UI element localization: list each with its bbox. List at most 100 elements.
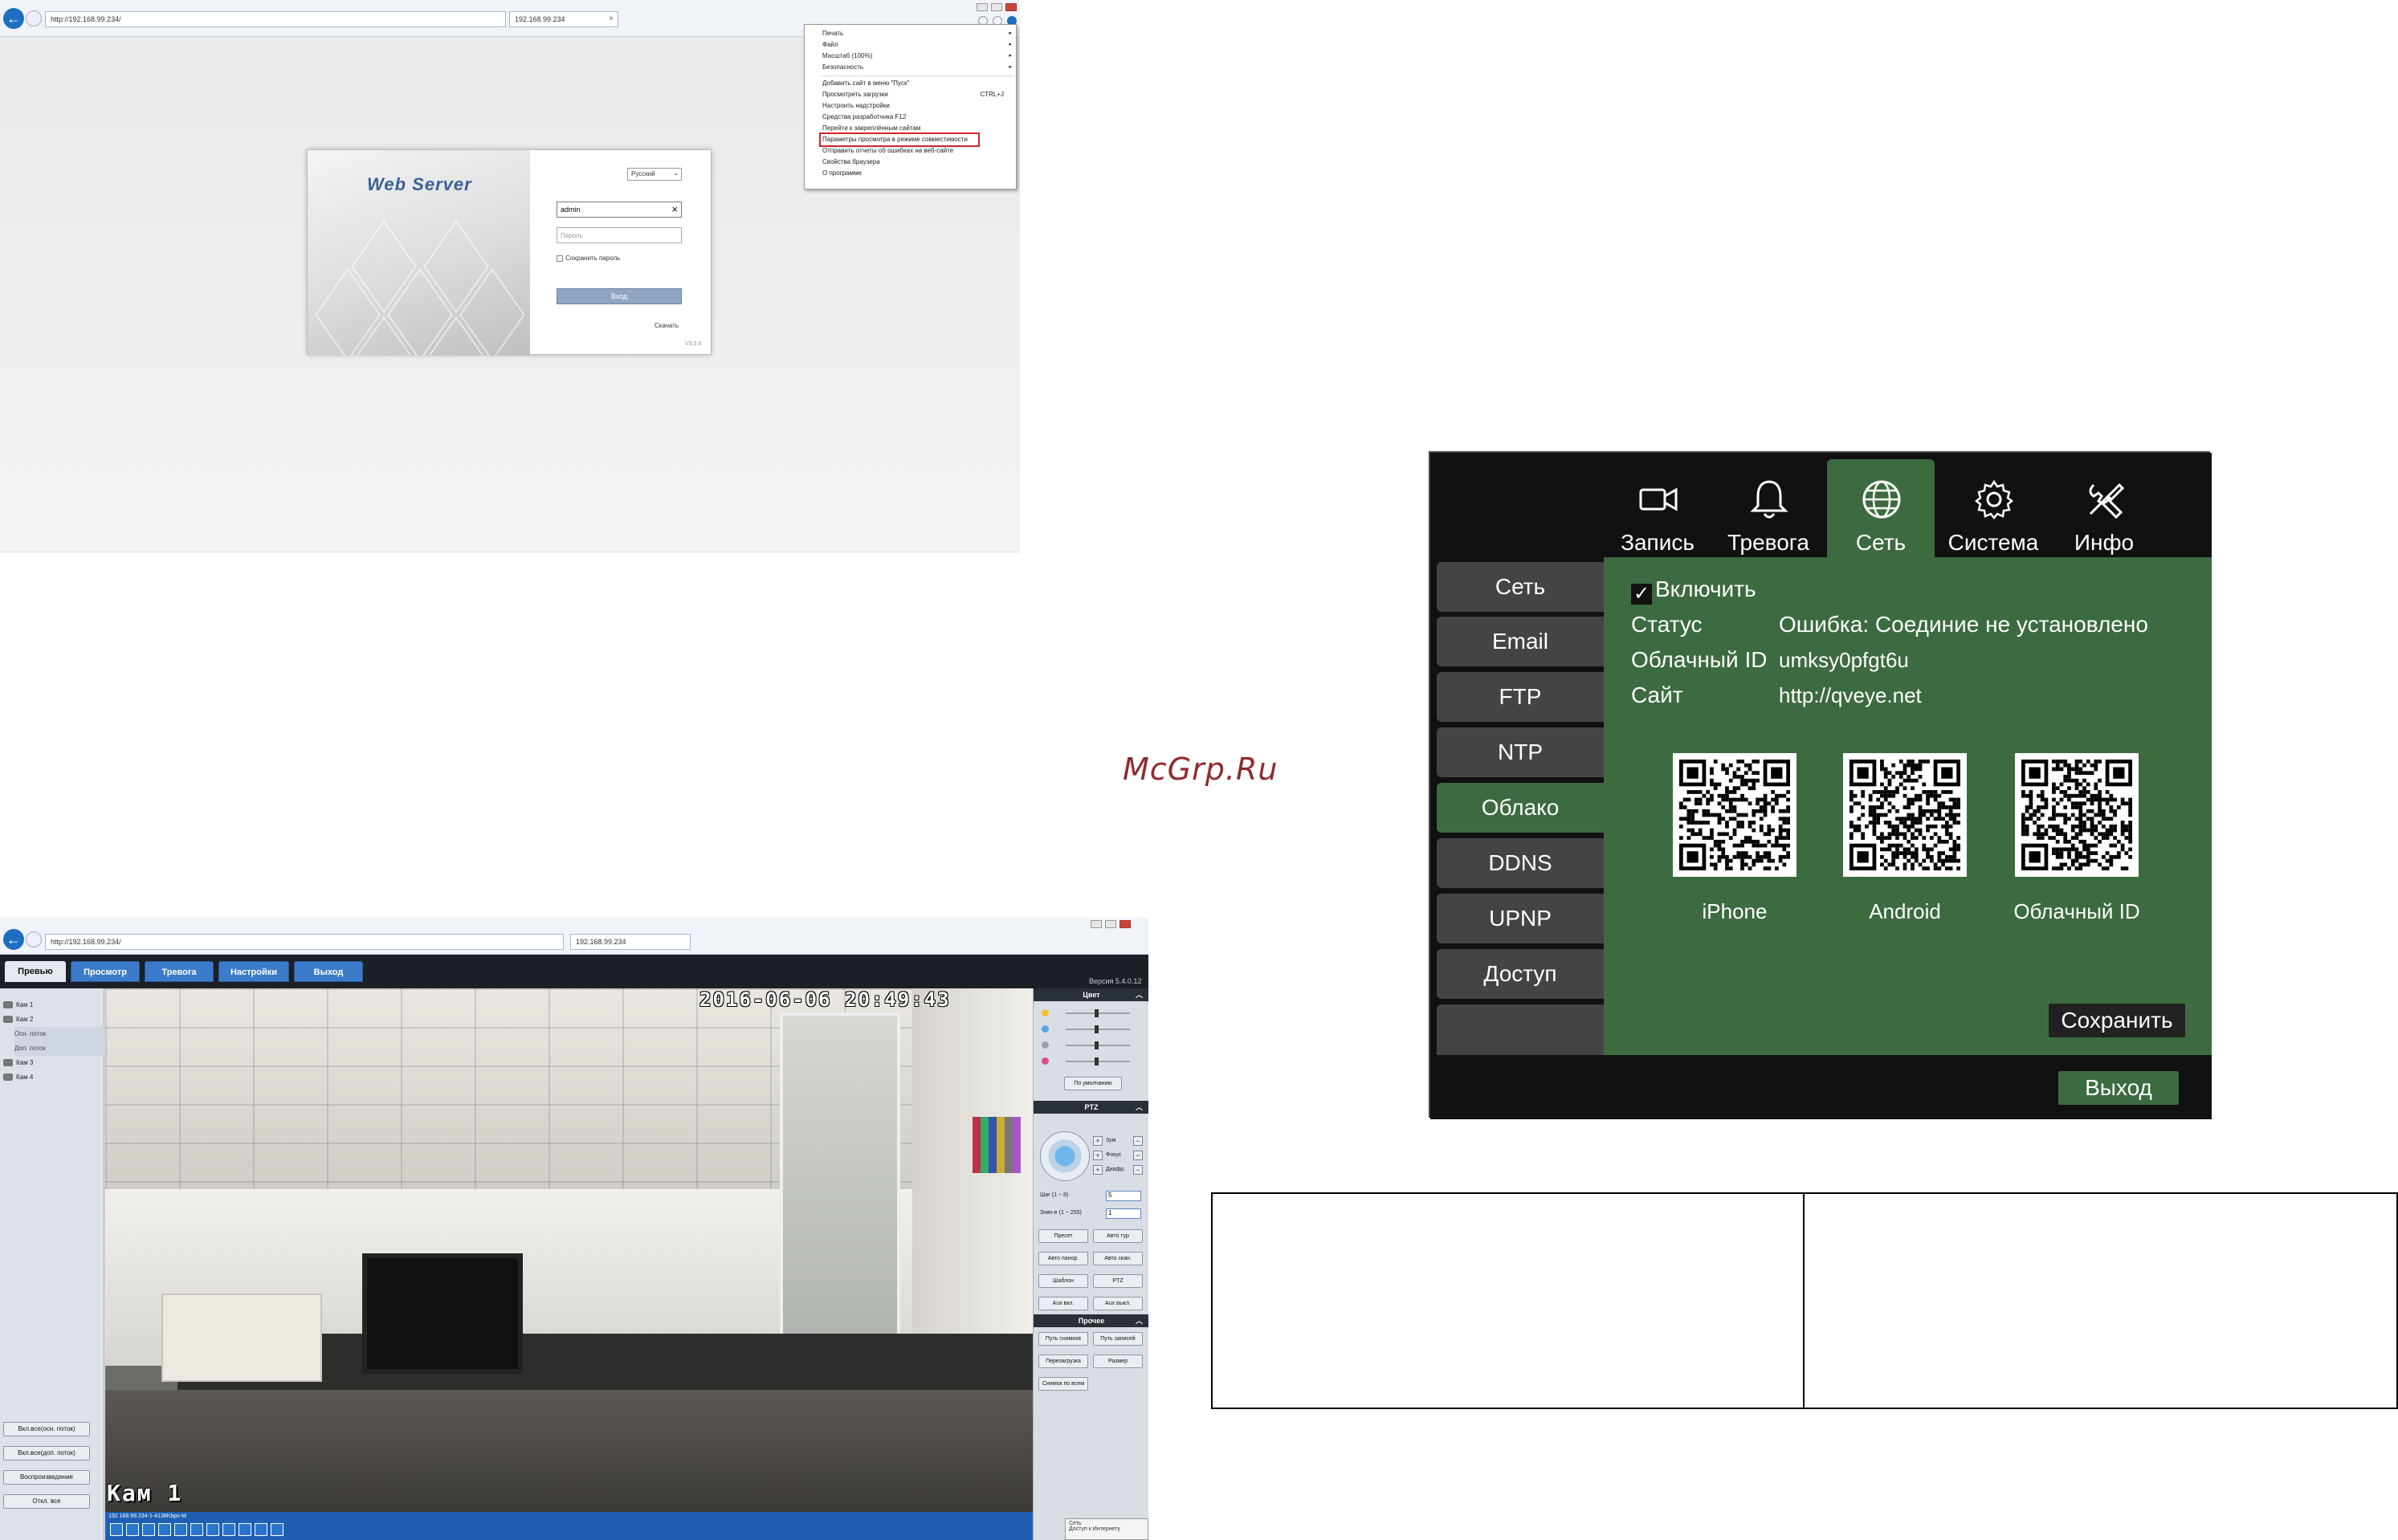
- tab-alarm[interactable]: Тревога: [1715, 459, 1822, 557]
- maximize-icon[interactable]: [1105, 920, 1116, 928]
- menu-item-report-problems[interactable]: Отправить отчеты об ошибках на веб-сайте: [822, 145, 1012, 157]
- layout-16-icon[interactable]: [206, 1523, 219, 1536]
- menu-item-file[interactable]: Файл ▸: [822, 39, 1012, 51]
- menu-item-security[interactable]: Безопасность ▸: [822, 62, 1012, 73]
- clear-input-icon[interactable]: ×: [671, 203, 678, 215]
- pattern-button[interactable]: Шаблон: [1038, 1274, 1088, 1288]
- ptz-value-input[interactable]: 1: [1106, 1208, 1141, 1219]
- download-link[interactable]: Скачать: [655, 322, 679, 329]
- auto-scan-button[interactable]: Авто скан.: [1093, 1252, 1143, 1265]
- zoom-plus-icon[interactable]: +: [1093, 1136, 1103, 1146]
- tab-network[interactable]: Сеть: [1827, 459, 1935, 557]
- menu-item-pinned-sites[interactable]: Перейти к закреплённым сайтам: [822, 123, 1012, 134]
- window-close-icon[interactable]: [1005, 3, 1017, 11]
- password-input[interactable]: Пароль: [557, 227, 682, 243]
- snapshot-path-button[interactable]: Путь снимков: [1038, 1332, 1088, 1346]
- layout-8-icon[interactable]: [158, 1523, 171, 1536]
- layout-4-icon[interactable]: [126, 1523, 139, 1536]
- browser-tab[interactable]: 192.168.99.234: [570, 934, 691, 950]
- remember-checkbox[interactable]: [557, 255, 563, 262]
- nav-preview[interactable]: Превью: [5, 961, 66, 982]
- color-section-header[interactable]: Цвет ︿: [1034, 988, 1148, 1001]
- sidebar-item-upnp[interactable]: UPNP: [1437, 894, 1604, 943]
- tab-record[interactable]: Запись: [1604, 459, 1711, 557]
- remember-password[interactable]: Сохранить пароль: [557, 255, 620, 262]
- enable-toggle[interactable]: ✓ Включить: [1631, 576, 1756, 605]
- layout-25-icon[interactable]: [239, 1523, 251, 1536]
- login-button[interactable]: Вход: [557, 288, 682, 304]
- tab-info[interactable]: Инфо: [2050, 459, 2158, 557]
- tab-system[interactable]: Система: [1939, 459, 2047, 557]
- back-arrow-icon[interactable]: ←: [3, 929, 24, 950]
- language-select[interactable]: Русский ⌄: [627, 168, 682, 181]
- aux-off-button[interactable]: Aux выкл.: [1093, 1297, 1143, 1310]
- iris-plus-icon[interactable]: +: [1093, 1165, 1103, 1175]
- menu-item-addons[interactable]: Настроить надстройки: [822, 100, 1012, 112]
- username-input[interactable]: admin ×: [557, 202, 682, 218]
- contrast-slider[interactable]: [1042, 1024, 1144, 1035]
- back-arrow-icon[interactable]: ←: [3, 8, 24, 29]
- enable-checkbox[interactable]: ✓: [1631, 584, 1652, 605]
- slider-knob[interactable]: [1095, 1025, 1099, 1033]
- address-bar[interactable]: http://192.168.99.234/: [45, 934, 564, 950]
- menu-item-zoom[interactable]: Масштаб (100%) ▸: [822, 51, 1012, 62]
- layout-36-icon[interactable]: [255, 1523, 267, 1536]
- camera-main-stream[interactable]: Осн. поток: [14, 1027, 111, 1041]
- browser-tab[interactable]: 192.168.99.234 ×: [509, 11, 618, 27]
- sidebar-item-access[interactable]: Доступ: [1437, 949, 1604, 999]
- focus-minus-icon[interactable]: −: [1133, 1151, 1143, 1160]
- layout-9-icon[interactable]: [174, 1523, 187, 1536]
- layout-1-icon[interactable]: [110, 1523, 123, 1536]
- color-default-button[interactable]: По умолчанию: [1064, 1077, 1122, 1090]
- size-button[interactable]: Размер: [1093, 1355, 1143, 1368]
- camera-sub-stream[interactable]: Доп. поток: [14, 1041, 111, 1056]
- exit-button[interactable]: Выход: [2058, 1071, 2179, 1105]
- slider-knob[interactable]: [1095, 1057, 1099, 1065]
- slider-knob[interactable]: [1095, 1009, 1099, 1017]
- camera-item[interactable]: Кам 2: [3, 1012, 100, 1027]
- minimize-icon[interactable]: [977, 3, 988, 11]
- ptz-section-header[interactable]: PTZ ︿: [1034, 1101, 1148, 1114]
- nav-alarm[interactable]: Тревога: [145, 961, 214, 982]
- reboot-button[interactable]: Перезагрузка: [1038, 1355, 1088, 1368]
- sidebar-item-ntp[interactable]: NTP: [1437, 727, 1604, 777]
- menu-item-print[interactable]: Печать ▸: [822, 28, 1012, 39]
- record-path-button[interactable]: Путь записей: [1093, 1332, 1143, 1346]
- sidebar-item-cloud[interactable]: Облако: [1437, 783, 1604, 833]
- playback-button[interactable]: Воспроизведение: [3, 1470, 90, 1485]
- address-bar[interactable]: http://192.168.99.234/: [45, 11, 506, 27]
- auto-pan-button[interactable]: Авто панор.: [1038, 1252, 1088, 1265]
- close-all-button[interactable]: Откл. все: [3, 1494, 90, 1509]
- sidebar-item-network[interactable]: Сеть: [1437, 562, 1604, 612]
- maximize-icon[interactable]: [991, 3, 1002, 11]
- nav-settings[interactable]: Настройки: [218, 961, 289, 982]
- layout-13-icon[interactable]: [190, 1523, 203, 1536]
- menu-item-downloads[interactable]: Просмотреть загрузки CTRL+J: [822, 89, 1012, 100]
- menu-item-internet-options[interactable]: Свойства браузера: [822, 157, 1012, 168]
- camera-item[interactable]: Кам 4: [3, 1070, 100, 1085]
- menu-item-about[interactable]: О программе: [822, 168, 1012, 179]
- forward-arrow-icon[interactable]: [26, 10, 42, 26]
- camera-item[interactable]: Кам 3: [3, 1056, 100, 1070]
- ptz-button[interactable]: PTZ: [1093, 1274, 1143, 1288]
- auto-tour-button[interactable]: Авто тур: [1093, 1229, 1143, 1243]
- menu-item-devtools[interactable]: Средства разработчика F12: [822, 112, 1012, 123]
- nav-logout[interactable]: Выход: [294, 961, 363, 982]
- menu-item-add-to-start[interactable]: Добавить сайт в меню "Пуск": [822, 78, 1012, 89]
- aux-on-button[interactable]: Aux вкл.: [1038, 1297, 1088, 1310]
- sidebar-item-email[interactable]: Email: [1437, 617, 1604, 666]
- window-close-icon[interactable]: [1119, 920, 1131, 928]
- ptz-joystick[interactable]: [1040, 1131, 1090, 1181]
- camera-item[interactable]: Кам 1: [3, 998, 100, 1012]
- open-all-main-button[interactable]: Вкл.все(осн. поток): [3, 1422, 90, 1436]
- fullscreen-icon[interactable]: [271, 1523, 283, 1536]
- menu-item-compatibility-view[interactable]: Параметры просмотра в режиме совместимос…: [819, 132, 980, 147]
- saturation-slider[interactable]: [1042, 1040, 1144, 1051]
- zoom-minus-icon[interactable]: −: [1133, 1136, 1143, 1146]
- iris-minus-icon[interactable]: −: [1133, 1165, 1143, 1175]
- nav-playback[interactable]: Просмотр: [71, 961, 140, 982]
- layout-20-icon[interactable]: [222, 1523, 235, 1536]
- sidebar-item-ddns[interactable]: DDNS: [1437, 838, 1604, 888]
- brightness-slider[interactable]: [1042, 1008, 1144, 1019]
- layout-6-icon[interactable]: [142, 1523, 155, 1536]
